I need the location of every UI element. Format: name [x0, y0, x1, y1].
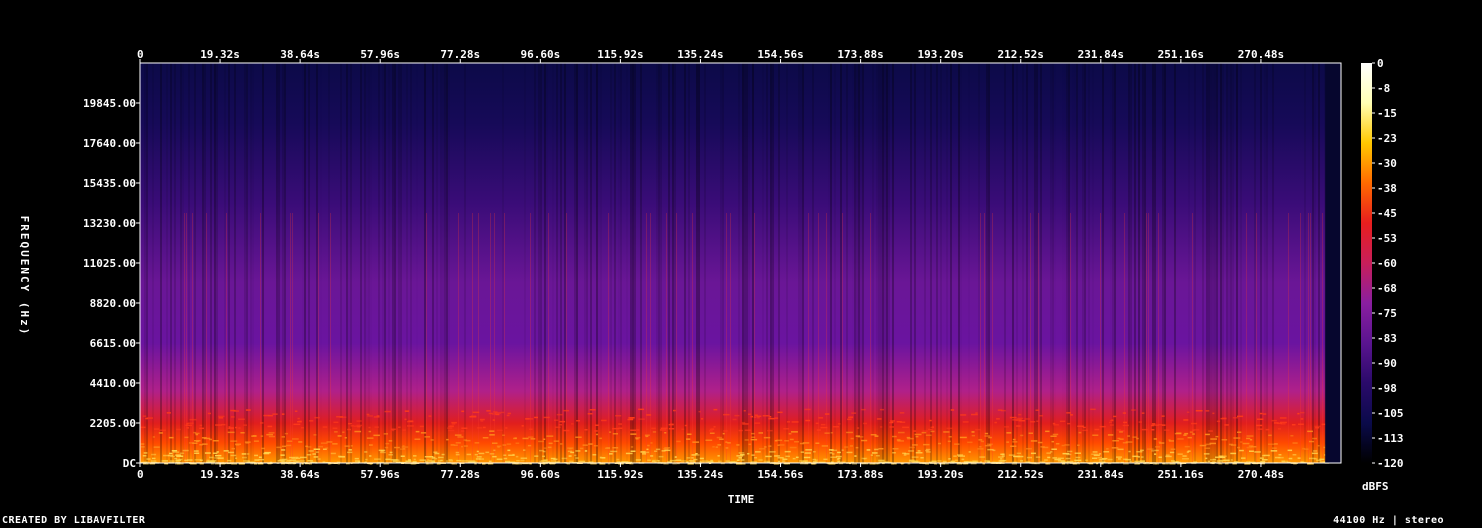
colorbar: [1361, 63, 1372, 463]
colorbar-tick-label: -45: [1377, 207, 1397, 220]
colorbar-tick-label: -30: [1377, 157, 1397, 170]
x-tick-label-bottom: 212.52s: [998, 468, 1044, 481]
y-tick-label: 13230.00: [83, 217, 136, 230]
x-tick-label-bottom: 135.24s: [677, 468, 723, 481]
colorbar-tick-label: -53: [1377, 232, 1397, 245]
x-axis-label: TIME: [728, 493, 755, 506]
colorbar-ticks: 0 -8 -15 -23 -30 -38 -45 -53 -60 -68 -75 -83 -90 -98 -…: [1372, 57, 1404, 470]
x-tick-label-top: 96.60s: [520, 48, 560, 61]
spectrogram-plot: [140, 63, 1341, 465]
x-axis-top: 0 19.32s 38.64s 57.96s 77.28s 96.60s 115.92s 13…: [137, 48, 1284, 63]
y-tick-label: 17640.00: [83, 137, 136, 150]
colorbar-tick-label: -90: [1377, 357, 1397, 370]
credit-text: CREATED BY LIBAVFILTER: [2, 515, 146, 526]
y-axis-label: FREQUENCY (Hz): [18, 216, 31, 337]
x-tick-label-top: 19.32s: [200, 48, 240, 61]
y-tick-label: 11025.00: [83, 257, 136, 270]
x-tick-label-top: 38.64s: [280, 48, 320, 61]
colorbar-tick-label: -38: [1377, 182, 1397, 195]
y-tick-label: 2205.00: [90, 417, 136, 430]
colorbar-tick-label: -120: [1377, 457, 1404, 470]
colorbar-tick-label: -105: [1377, 407, 1404, 420]
x-axis-bottom: 0 19.32s 38.64s 57.96s 77.28s 96.60s 115.92s 13…: [137, 463, 1284, 481]
x-tick-label-bottom: 96.60s: [520, 468, 560, 481]
x-tick-label-top: 154.56s: [757, 48, 803, 61]
x-tick-label-top: 231.84s: [1078, 48, 1124, 61]
y-tick-label: 4410.00: [90, 377, 136, 390]
y-tick-label: 6615.00: [90, 337, 136, 350]
x-tick-label-top: 270.48s: [1238, 48, 1284, 61]
y-axis: DC 2205.00 4410.00 6615.00 8820.00 11025.00 13…: [83, 97, 140, 470]
colorbar-tick-label: -8: [1377, 82, 1390, 95]
audio-format-text: 44100 Hz | stereo: [1333, 515, 1444, 526]
x-tick-label-top: 115.92s: [597, 48, 643, 61]
colorbar-tick-label: 0: [1377, 57, 1384, 70]
x-tick-label-bottom: 77.28s: [440, 468, 480, 481]
colorbar-label: dBFS: [1362, 480, 1389, 493]
x-tick-label-top: 0: [137, 48, 144, 61]
x-tick-label-bottom: 57.96s: [360, 468, 400, 481]
colorbar-tick-label: -23: [1377, 132, 1397, 145]
colorbar-tick-label: -113: [1377, 432, 1404, 445]
x-tick-label-top: 57.96s: [360, 48, 400, 61]
y-tick-label: DC: [123, 457, 136, 470]
x-tick-label-bottom: 19.32s: [200, 468, 240, 481]
x-tick-label-bottom: 173.88s: [837, 468, 883, 481]
colorbar-tick-label: -15: [1377, 107, 1397, 120]
x-tick-label-bottom: 193.20s: [917, 468, 963, 481]
y-tick-label: 15435.00: [83, 177, 136, 190]
x-tick-label-top: 193.20s: [917, 48, 963, 61]
x-tick-label-top: 135.24s: [677, 48, 723, 61]
x-tick-label-bottom: 270.48s: [1238, 468, 1284, 481]
colorbar-tick-label: -98: [1377, 382, 1397, 395]
x-tick-label-bottom: 38.64s: [280, 468, 320, 481]
x-tick-label-bottom: 231.84s: [1078, 468, 1124, 481]
spectrogram-chart: 0 19.32s 38.64s 57.96s 77.28s 96.60s 115.92s 13…: [18, 48, 1404, 506]
colorbar-tick-label: -83: [1377, 332, 1397, 345]
colorbar-tick-label: -75: [1377, 307, 1397, 320]
x-tick-label-top: 173.88s: [837, 48, 883, 61]
x-tick-label-bottom: 154.56s: [757, 468, 803, 481]
x-tick-label-top: 251.16s: [1158, 48, 1204, 61]
y-tick-label: 8820.00: [90, 297, 136, 310]
y-tick-label: 19845.00: [83, 97, 136, 110]
x-tick-label-top: 77.28s: [440, 48, 480, 61]
x-tick-label-bottom: 251.16s: [1158, 468, 1204, 481]
colorbar-tick-label: -60: [1377, 257, 1397, 270]
x-tick-label-bottom: 115.92s: [597, 468, 643, 481]
x-tick-label-bottom: 0: [137, 468, 144, 481]
x-tick-label-top: 212.52s: [998, 48, 1044, 61]
colorbar-tick-label: -68: [1377, 282, 1397, 295]
